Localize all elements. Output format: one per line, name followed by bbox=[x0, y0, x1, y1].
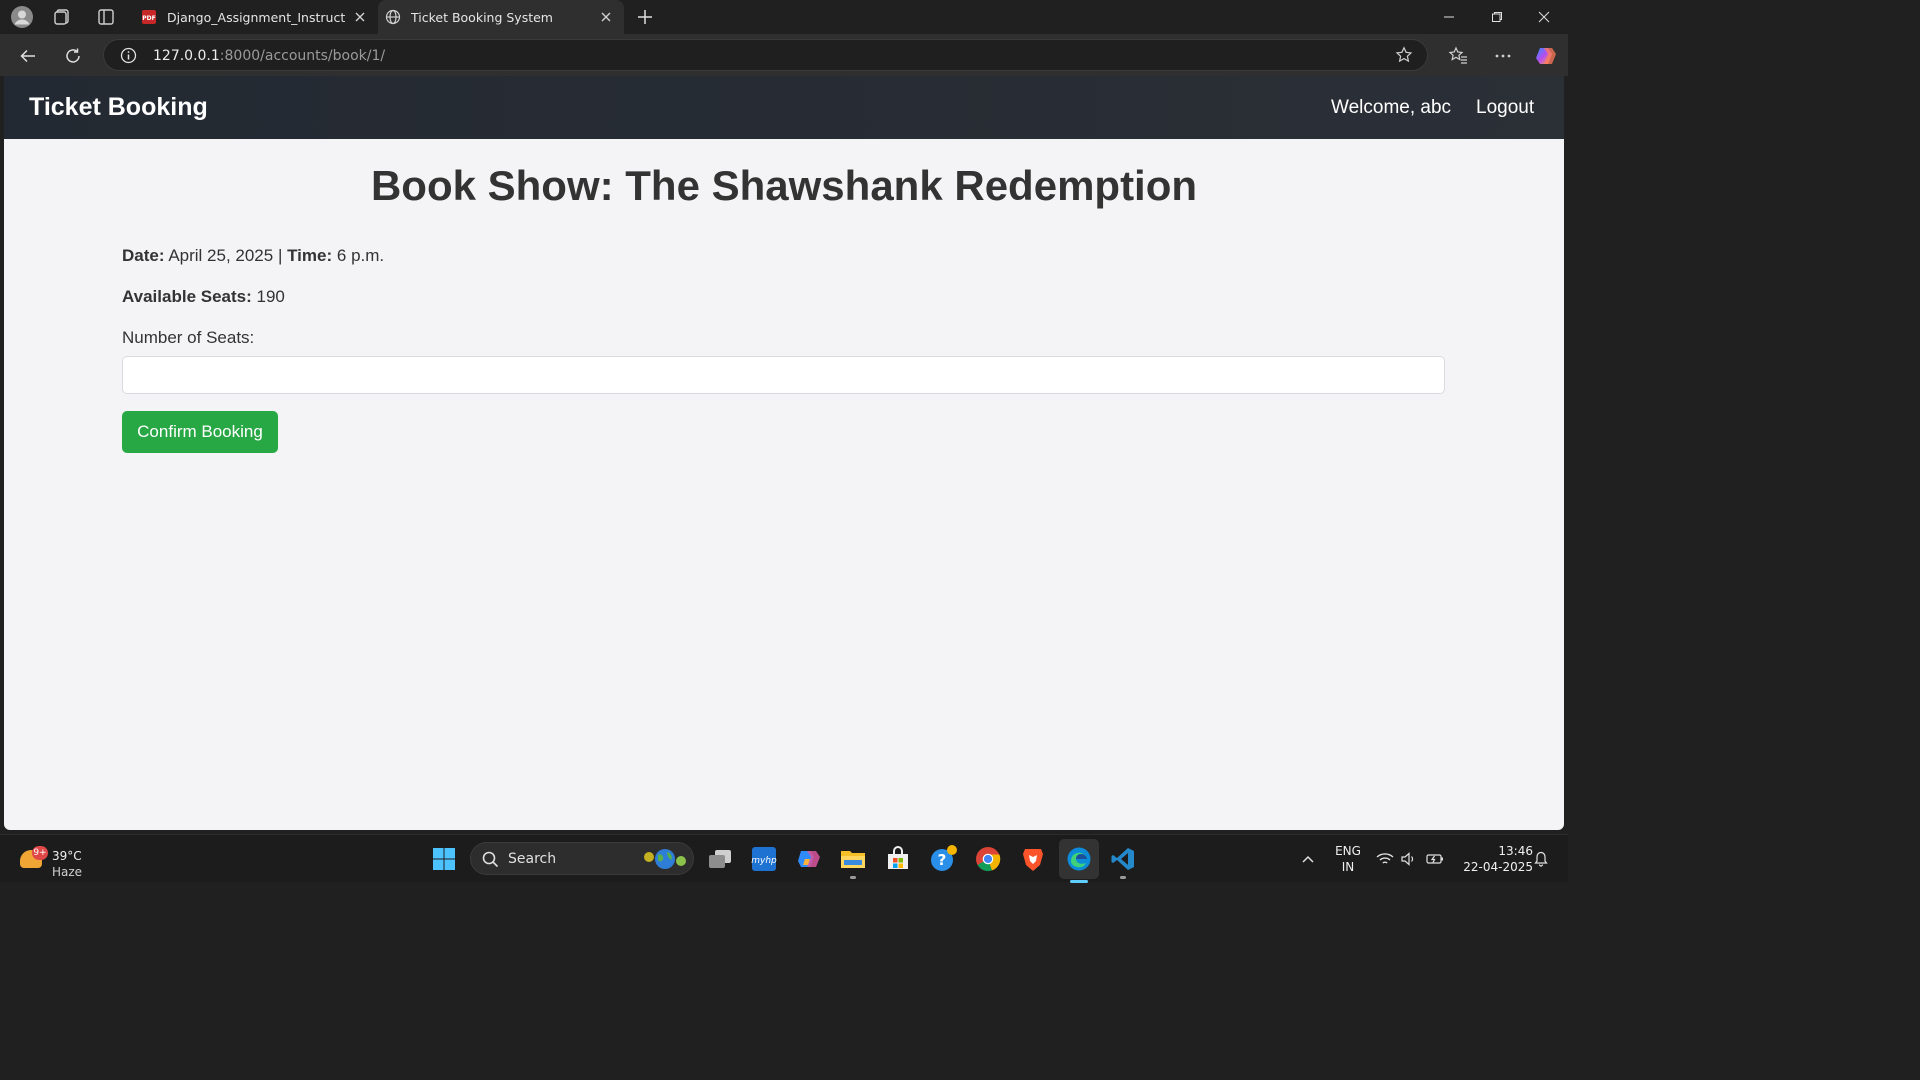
date-value: April 25, 2025 bbox=[168, 246, 274, 265]
task-view-icon[interactable] bbox=[704, 843, 736, 875]
search-icon bbox=[482, 851, 499, 873]
taskbar-search[interactable]: Search bbox=[470, 842, 694, 875]
active-app-indicator bbox=[1070, 880, 1088, 883]
weather-widget[interactable]: 9+ 39°C Haze bbox=[18, 842, 98, 879]
file-explorer-icon[interactable] bbox=[837, 843, 869, 879]
back-arrow-icon[interactable] bbox=[15, 43, 41, 69]
site-info-icon[interactable] bbox=[120, 47, 137, 69]
pdf-icon: PDF bbox=[141, 9, 157, 25]
svg-text:?: ? bbox=[938, 851, 947, 869]
tab-django-assignment[interactable]: PDF Django_Assignment_Instructions_ bbox=[134, 0, 378, 34]
site-navbar: Ticket Booking Welcome, abc Logout bbox=[4, 76, 1564, 139]
close-window-icon[interactable] bbox=[1521, 5, 1567, 29]
profile-avatar-icon[interactable] bbox=[10, 5, 34, 29]
volume-icon[interactable] bbox=[1396, 843, 1422, 875]
microsoft-store-icon[interactable] bbox=[882, 843, 914, 875]
edge-browser-icon[interactable] bbox=[1059, 839, 1099, 883]
vscode-icon[interactable] bbox=[1107, 843, 1139, 879]
svg-text:PDF: PDF bbox=[142, 15, 155, 22]
tab-title: Django_Assignment_Instructions_ bbox=[167, 9, 345, 25]
number-of-seats-input[interactable] bbox=[122, 356, 1445, 394]
restore-icon[interactable] bbox=[1474, 5, 1520, 29]
show-hidden-icons-chevron-icon[interactable] bbox=[1294, 843, 1322, 875]
available-seats: Available Seats: 190 bbox=[122, 287, 285, 307]
logout-link[interactable]: Logout bbox=[1476, 97, 1534, 119]
favorite-star-icon[interactable] bbox=[1395, 46, 1413, 69]
notification-bell-icon[interactable] bbox=[1530, 843, 1552, 875]
clock-date: 22-04-2025 bbox=[1463, 860, 1533, 874]
copilot-app-icon[interactable] bbox=[793, 843, 825, 875]
close-icon[interactable] bbox=[352, 9, 368, 25]
clock-time[interactable]: 13:46 bbox=[1455, 844, 1533, 858]
tab-title: Ticket Booking System bbox=[411, 9, 553, 25]
brave-browser-icon[interactable] bbox=[1017, 843, 1049, 875]
address-bar[interactable]: 127.0.0.1:8000/accounts/book/1/ bbox=[103, 39, 1428, 71]
welcome-text: Welcome, abc bbox=[1331, 97, 1452, 118]
region-indicator: IN bbox=[1341, 860, 1355, 874]
temperature: 39°C bbox=[52, 849, 82, 863]
available-seats-label: Available Seats: bbox=[122, 287, 252, 306]
search-label: Search bbox=[508, 851, 557, 867]
new-tab-icon[interactable] bbox=[633, 5, 657, 29]
wifi-icon[interactable] bbox=[1372, 843, 1398, 875]
tab-ticket-booking[interactable]: Ticket Booking System bbox=[378, 0, 624, 34]
url-path: :8000/accounts/book/1/ bbox=[219, 48, 386, 64]
time-value: 6 p.m. bbox=[336, 246, 385, 265]
time-label: Time: bbox=[287, 246, 333, 265]
url-host: 127.0.0.1 bbox=[153, 48, 220, 64]
browser-tab-bar: PDF Django_Assignment_Instructions_ Tick… bbox=[0, 0, 1568, 34]
taskbar: 9+ 39°C Haze Search myhp ? ENG IN 13:46 … bbox=[0, 834, 1568, 883]
separator: | bbox=[277, 246, 283, 265]
web-page: Ticket Booking Welcome, abc Logout Book … bbox=[4, 76, 1564, 830]
available-seats-value: 190 bbox=[256, 287, 285, 306]
brand-link[interactable]: Ticket Booking bbox=[29, 93, 208, 122]
number-of-seats-label: Number of Seats: bbox=[122, 328, 255, 347]
language-indicator[interactable]: ENG bbox=[1333, 844, 1363, 858]
running-indicator bbox=[850, 876, 856, 879]
show-datetime: Date: April 25, 2025 | Time: 6 p.m. bbox=[122, 246, 384, 266]
notification-badge: 9+ bbox=[32, 846, 48, 860]
battery-charging-icon[interactable] bbox=[1422, 843, 1448, 875]
workspaces-icon[interactable] bbox=[51, 5, 75, 29]
myhp-app-icon[interactable]: myhp bbox=[748, 843, 780, 875]
favorites-icon[interactable] bbox=[1445, 43, 1471, 69]
globe-icon bbox=[385, 9, 401, 25]
vertical-tabs-icon[interactable] bbox=[94, 5, 118, 29]
get-help-icon[interactable]: ? bbox=[927, 843, 959, 875]
close-icon[interactable] bbox=[598, 9, 614, 25]
weather-condition: Haze bbox=[52, 865, 83, 879]
url-text: 127.0.0.1:8000/accounts/book/1/ bbox=[153, 48, 385, 64]
more-options-icon[interactable] bbox=[1490, 43, 1516, 69]
svg-text:myhp: myhp bbox=[751, 856, 777, 866]
chrome-icon[interactable] bbox=[972, 843, 1004, 875]
running-indicator bbox=[1120, 876, 1126, 879]
earth-day-icon bbox=[641, 847, 689, 876]
browser-toolbar: 127.0.0.1:8000/accounts/book/1/ bbox=[0, 34, 1568, 76]
date-label: Date: bbox=[122, 246, 165, 265]
start-windows-icon[interactable] bbox=[428, 843, 460, 875]
refresh-icon[interactable] bbox=[60, 43, 86, 69]
confirm-booking-button[interactable]: Confirm Booking bbox=[122, 411, 278, 453]
copilot-icon[interactable] bbox=[1533, 43, 1559, 69]
page-title: Book Show: The Shawshank Redemption bbox=[370, 162, 1198, 209]
minimize-icon[interactable] bbox=[1426, 5, 1472, 29]
